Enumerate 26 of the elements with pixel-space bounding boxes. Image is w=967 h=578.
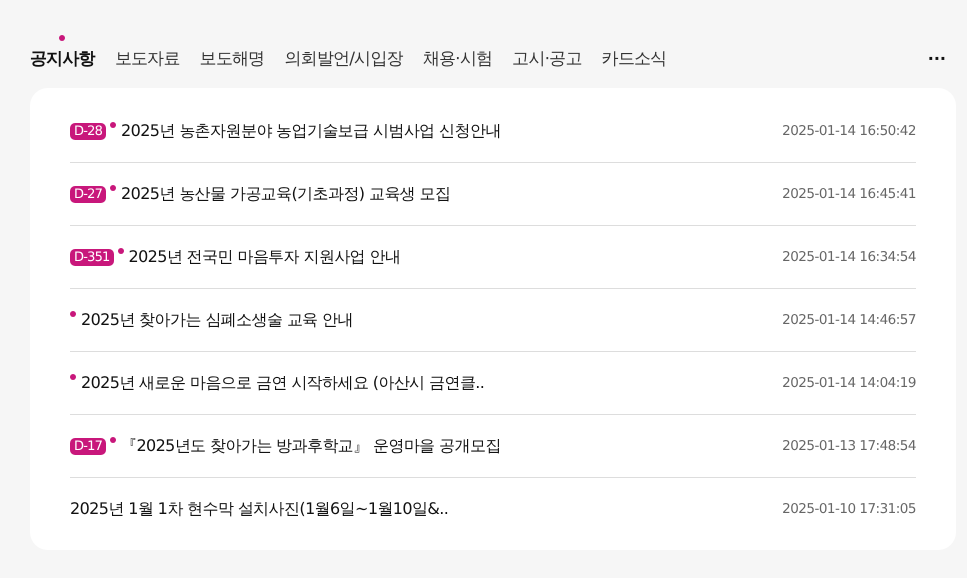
d-day-badge: D-27 bbox=[70, 186, 106, 202]
tab[interactable]: 채용·시험 bbox=[422, 34, 492, 70]
notice-date: 2025-01-13 17:48:54 bbox=[782, 438, 916, 454]
tab[interactable]: 공지사항 bbox=[30, 34, 95, 70]
notice-date: 2025-01-14 16:34:54 bbox=[782, 249, 916, 265]
notice-date: 2025-01-14 16:45:41 bbox=[782, 186, 916, 202]
notice-link[interactable]: 2025년 찾아가는 심폐소생술 교육 안내 bbox=[81, 310, 353, 330]
notice-date: 2025-01-14 14:04:19 bbox=[782, 375, 916, 391]
tab[interactable]: 보도해명 bbox=[200, 34, 264, 70]
notice-date: 2025-01-14 14:46:57 bbox=[782, 312, 916, 328]
d-day-badge: D-28 bbox=[70, 122, 106, 140]
notice-link[interactable]: 2025년 전국민 마음투자 지원사업 안내 bbox=[128, 246, 400, 268]
notice-date: 2025-01-14 16:50:42 bbox=[782, 123, 916, 139]
tab[interactable]: 의회발언/시입장 bbox=[284, 34, 403, 70]
tab[interactable]: 고시·공고 bbox=[512, 34, 582, 70]
notice-link[interactable]: 『2025년도 찾아가는 방과후학교』 운영마을 공개모집 bbox=[121, 436, 501, 456]
notice-link[interactable]: 2025년 농산물 가공교육(기초과정) 교육생 모집 bbox=[121, 184, 450, 204]
d-day-badge: D-351 bbox=[70, 248, 114, 266]
notice-link[interactable]: 2025년 농촌자원분야 농업기술보급 시범사업 신청안내 bbox=[121, 120, 501, 142]
notice-link[interactable]: 2025년 1월 1차 현수막 설치사진(1월6일~1월10일&.. bbox=[70, 498, 448, 520]
more-button[interactable]: ··· bbox=[928, 48, 956, 68]
notice-link[interactable]: 2025년 새로운 마음으로 금연 시작하세요 (아산시 금연클.. bbox=[81, 372, 484, 394]
tab[interactable]: 보도자료 bbox=[114, 34, 180, 70]
notice-date: 2025-01-10 17:31:05 bbox=[782, 501, 916, 517]
d-day-badge: D-17 bbox=[70, 438, 106, 454]
tab[interactable]: 카드소식 bbox=[602, 34, 666, 70]
